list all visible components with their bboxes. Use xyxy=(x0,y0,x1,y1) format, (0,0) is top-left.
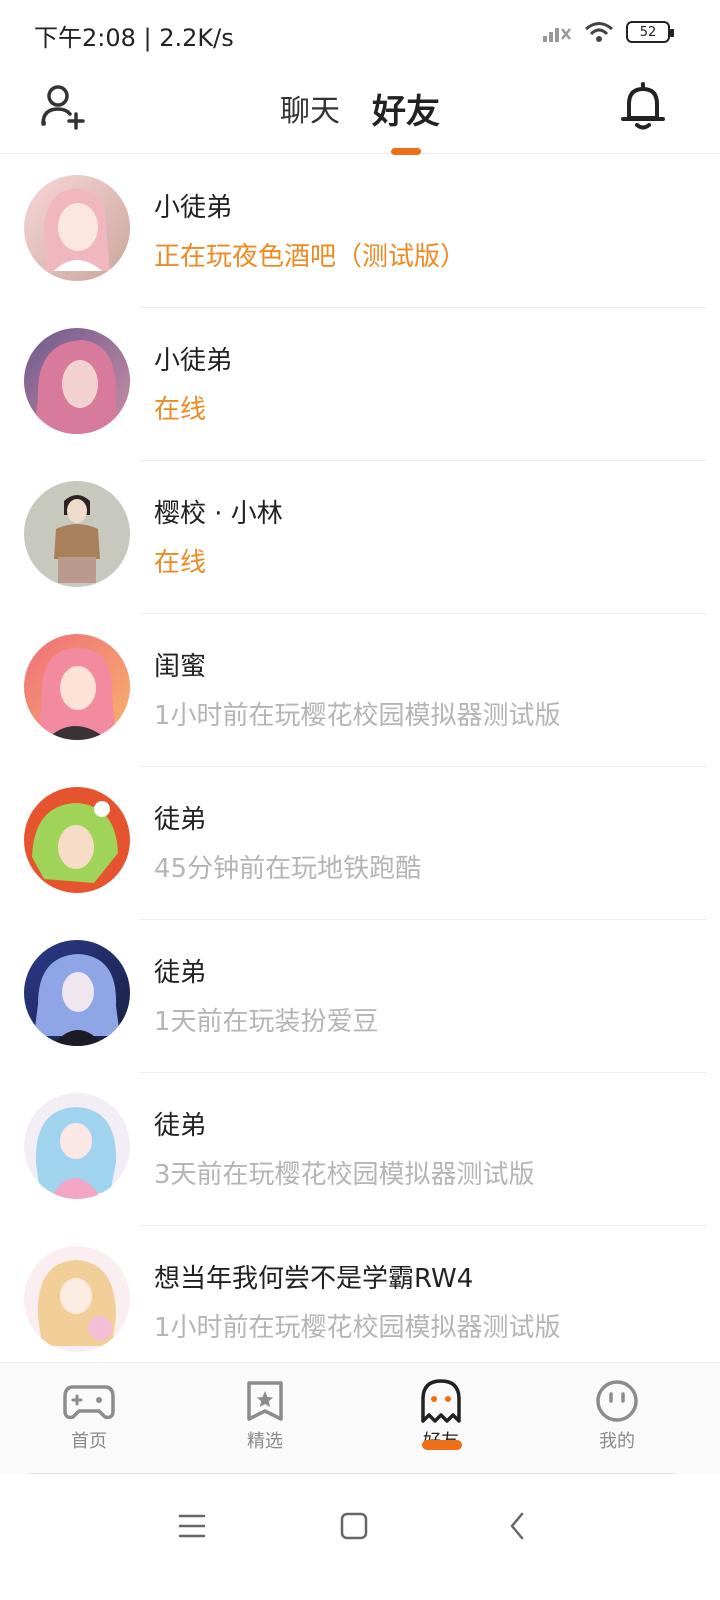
friend-list: 小徒弟 正在玩夜色酒吧（测试版） 小徒弟 在线 樱校 · 小林 在线 闺蜜 1小… xyxy=(0,155,720,1379)
wifi-icon xyxy=(585,22,613,42)
nav-featured[interactable]: 精选 xyxy=(220,1379,310,1453)
signal-icon xyxy=(543,28,571,42)
tab-friends-label: 好友 xyxy=(372,91,440,132)
friend-row[interactable]: 徒弟 45分钟前在玩地铁跑酷 xyxy=(0,767,720,920)
bell-icon xyxy=(621,82,665,130)
friend-name: 徒弟 xyxy=(154,1111,207,1141)
gamepad-icon xyxy=(63,1385,115,1420)
friend-status: 在线 xyxy=(154,548,207,578)
recents-button[interactable] xyxy=(172,1506,212,1546)
friend-status: 1天前在玩装扮爱豆 xyxy=(154,1007,379,1037)
friend-row[interactable]: 想当年我何尝不是学霸RW4 1小时前在玩樱花校园模拟器测试版 xyxy=(0,1226,720,1379)
tab-chat[interactable]: 聊天 xyxy=(280,86,340,138)
system-nav-bar xyxy=(0,1474,720,1600)
avatar[interactable] xyxy=(24,1246,130,1352)
friend-status: 1小时前在玩樱花校园模拟器测试版 xyxy=(154,1313,561,1343)
friend-row[interactable]: 徒弟 1天前在玩装扮爱豆 xyxy=(0,920,720,1073)
avatar[interactable] xyxy=(24,175,130,281)
bottom-nav: 首页 精选 好友 我的 xyxy=(0,1362,720,1474)
home-button[interactable] xyxy=(334,1506,374,1546)
avatar[interactable] xyxy=(24,787,130,893)
friend-status: 3天前在玩樱花校园模拟器测试版 xyxy=(154,1160,535,1190)
tab-friends[interactable]: 好友 xyxy=(372,84,440,155)
friend-row[interactable]: 徒弟 3天前在玩樱花校园模拟器测试版 xyxy=(0,1073,720,1226)
avatar[interactable] xyxy=(24,481,130,587)
ghost-icon xyxy=(421,1379,461,1423)
active-nav-indicator xyxy=(422,1440,462,1450)
battery-level: 52 xyxy=(639,24,657,40)
nav-home-label: 首页 xyxy=(71,1431,107,1452)
friend-name: 小徒弟 xyxy=(154,346,233,376)
avatar[interactable] xyxy=(24,634,130,740)
back-button[interactable] xyxy=(498,1506,538,1546)
header: 聊天 好友 xyxy=(0,70,720,155)
friend-row[interactable]: 闺蜜 1小时前在玩樱花校园模拟器测试版 xyxy=(0,614,720,767)
active-tab-indicator xyxy=(391,147,421,155)
home-square-icon xyxy=(340,1512,368,1540)
nav-featured-label: 精选 xyxy=(247,1431,283,1452)
nav-home[interactable]: 首页 xyxy=(44,1379,134,1453)
chevron-left-icon xyxy=(510,1512,524,1540)
star-bookmark-icon xyxy=(247,1381,283,1421)
friend-name: 徒弟 xyxy=(154,958,207,988)
friend-status: 正在玩夜色酒吧（测试版） xyxy=(154,242,467,272)
friend-name: 小徒弟 xyxy=(154,193,233,223)
nav-me[interactable]: 我的 xyxy=(572,1379,662,1453)
friend-row[interactable]: 小徒弟 正在玩夜色酒吧（测试版） xyxy=(0,155,720,308)
status-bar: 下午2:08 | 2.2K/s 52 xyxy=(0,0,720,70)
friend-name: 闺蜜 xyxy=(154,652,207,682)
friend-status: 在线 xyxy=(154,395,207,425)
avatar[interactable] xyxy=(24,1093,130,1199)
battery-icon: 52 xyxy=(626,21,674,43)
friend-name: 樱校 · 小林 xyxy=(154,499,283,529)
friend-row[interactable]: 小徒弟 在线 xyxy=(0,308,720,461)
status-icons: 52 xyxy=(542,20,674,44)
nav-me-label: 我的 xyxy=(599,1431,635,1452)
friend-status: 1小时前在玩樱花校园模拟器测试版 xyxy=(154,701,561,731)
face-icon xyxy=(596,1380,638,1422)
header-tabs: 聊天 好友 xyxy=(0,70,720,155)
avatar[interactable] xyxy=(24,940,130,1046)
status-time: 下午2:08 | 2.2K/s xyxy=(34,24,234,52)
avatar[interactable] xyxy=(24,328,130,434)
notifications-button[interactable] xyxy=(618,80,668,132)
tab-chat-label: 聊天 xyxy=(280,94,340,129)
menu-icon xyxy=(178,1514,206,1538)
friend-status: 45分钟前在玩地铁跑酷 xyxy=(154,854,422,884)
friend-row[interactable]: 樱校 · 小林 在线 xyxy=(0,461,720,614)
friend-name: 想当年我何尝不是学霸RW4 xyxy=(154,1264,474,1294)
friend-name: 徒弟 xyxy=(154,805,207,835)
